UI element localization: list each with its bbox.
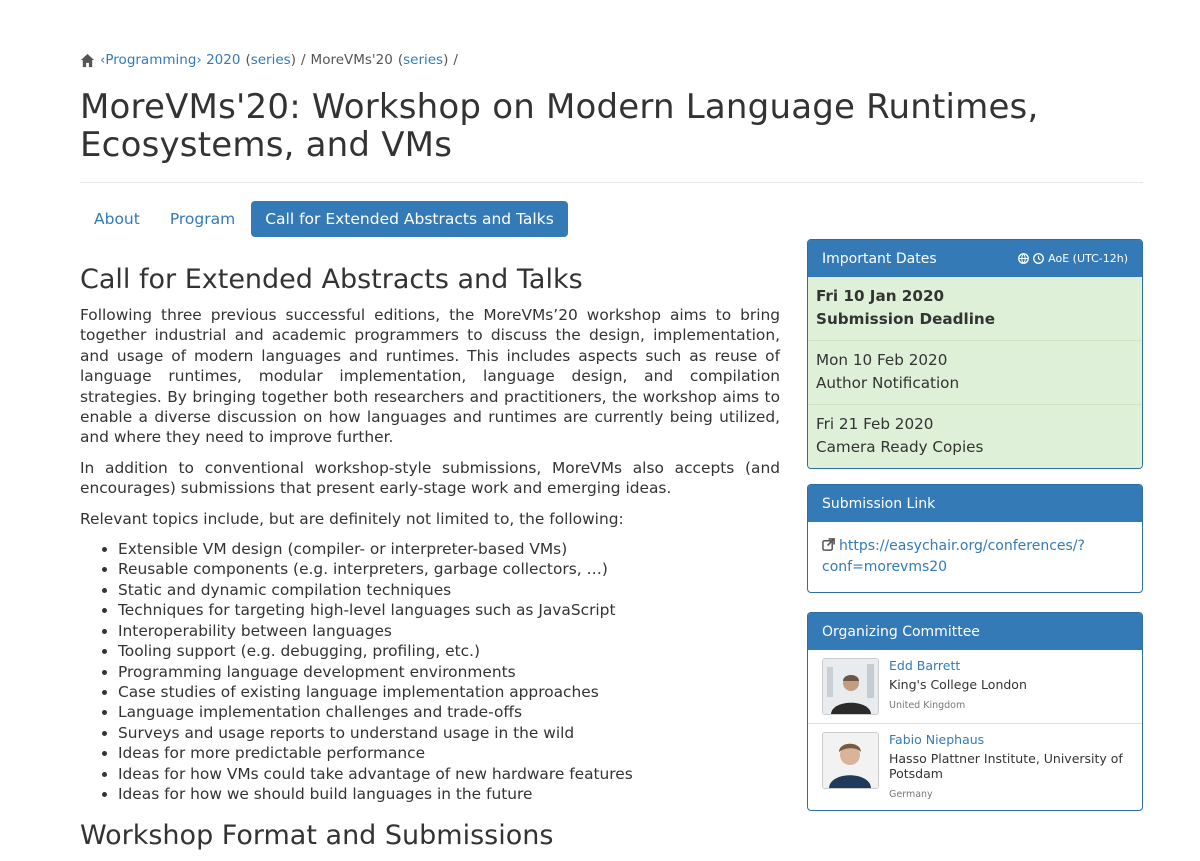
breadcrumb-paren: (series) (245, 52, 296, 68)
list-item: Ideas for more predictable performance (118, 743, 780, 763)
submissions-paragraph: In addition to conventional workshop-sty… (80, 458, 780, 498)
submission-url-link[interactable]: https://easychair.org/conferences/? conf… (822, 538, 1085, 575)
title-divider (80, 182, 1143, 183)
submission-link-heading: Submission Link (808, 485, 1142, 522)
timezone-label: AoE (UTC-12h) (1048, 252, 1128, 265)
list-item: Reusable components (e.g. interpreters, … (118, 559, 780, 579)
member-name-link[interactable]: Fabio Niephaus (889, 732, 1128, 747)
date-item[interactable]: Fri 21 Feb 2020 Camera Ready Copies (808, 404, 1142, 468)
list-item: Language implementation challenges and t… (118, 702, 780, 722)
list-item: Ideas for how VMs could take advantage o… (118, 764, 780, 784)
date-value: Fri 10 Jan 2020 (816, 287, 945, 305)
committee-list: Edd Barrett King's College London United… (808, 650, 1142, 810)
member-affiliation: Hasso Plattner Institute, University of … (889, 751, 1123, 781)
submission-link-title: Submission Link (822, 495, 936, 512)
member-affiliation: King's College London (889, 677, 1027, 692)
dates-list: Fri 10 Jan 2020 Submission Deadline Mon … (808, 277, 1142, 468)
submission-link-body: https://easychair.org/conferences/? conf… (808, 522, 1142, 592)
member-country: United Kingdom (889, 700, 966, 711)
clock-icon (1033, 253, 1045, 264)
page-title: MoreVMs'20: Workshop on Modern Language … (80, 87, 1039, 165)
submission-url-line1: https://easychair.org/conferences/? (839, 538, 1085, 554)
list-item: Static and dynamic compilation technique… (118, 580, 780, 600)
breadcrumb-morevms: MoreVMs'20 (310, 52, 393, 68)
date-label: Submission Deadline (816, 310, 996, 328)
avatar-photo-icon (823, 733, 878, 788)
date-label: Camera Ready Copies (816, 438, 984, 456)
tab-call-for-abstracts[interactable]: Call for Extended Abstracts and Talks (251, 201, 568, 237)
list-item: Extensible VM design (compiler- or inter… (118, 539, 780, 559)
section-heading: Call for Extended Abstracts and Talks (80, 264, 583, 295)
home-icon[interactable] (80, 53, 95, 68)
breadcrumb-paren: (series) (397, 52, 449, 68)
tab-about[interactable]: About (80, 201, 154, 237)
submission-url-line2: conf=morevms20 (822, 559, 948, 575)
committee-member: Edd Barrett King's College London United… (808, 650, 1142, 723)
member-country: Germany (889, 789, 933, 800)
timezone-toggle[interactable]: AoE (UTC-12h) (1018, 252, 1128, 265)
breadcrumb-separator: / (300, 52, 306, 68)
list-item: Surveys and usage reports to understand … (118, 723, 780, 743)
tab-bar: About Program Call for Extended Abstract… (80, 201, 568, 237)
committee-member: Fabio Niephaus Hasso Plattner Institute,… (808, 723, 1142, 810)
submission-link-panel: Submission Link https://easychair.org/co… (807, 484, 1143, 593)
date-value: Fri 21 Feb 2020 (816, 415, 934, 433)
organizing-committee-heading: Organizing Committee (808, 613, 1142, 650)
important-dates-title: Important Dates (822, 250, 937, 267)
organizing-committee-title: Organizing Committee (822, 623, 980, 640)
date-item[interactable]: Mon 10 Feb 2020 Author Notification (808, 340, 1142, 404)
list-item: Techniques for targeting high-level lang… (118, 600, 780, 620)
important-dates-heading: Important Dates AoE (UTC-12h) (808, 240, 1142, 277)
avatar-photo-icon (823, 659, 878, 714)
tab-program[interactable]: Program (156, 201, 249, 237)
date-item[interactable]: Fri 10 Jan 2020 Submission Deadline (808, 277, 1142, 340)
topics-list: Extensible VM design (compiler- or inter… (80, 539, 780, 804)
breadcrumb-series-link-2[interactable]: series (403, 52, 443, 68)
avatar[interactable] (822, 658, 879, 715)
breadcrumb-programming-link[interactable]: ‹Programming› 2020 (100, 52, 240, 68)
member-info: Fabio Niephaus Hasso Plattner Institute,… (889, 732, 1128, 802)
list-item: Case studies of existing language implem… (118, 682, 780, 702)
breadcrumb: ‹Programming› 2020 (series) / MoreVMs'20… (80, 52, 458, 68)
list-item: Programming language development environ… (118, 662, 780, 682)
member-name-link[interactable]: Edd Barrett (889, 658, 1027, 673)
important-dates-panel: Important Dates AoE (UTC-12h) Fri 10 Jan… (807, 239, 1143, 469)
breadcrumb-series-link[interactable]: series (251, 52, 291, 68)
date-label: Author Notification (816, 374, 960, 392)
member-info: Edd Barrett King's College London United… (889, 658, 1027, 715)
globe-icon (1018, 253, 1030, 264)
breadcrumb-separator: / (453, 52, 458, 68)
list-item: Ideas for how we should build languages … (118, 784, 780, 804)
organizing-committee-panel: Organizing Committee Edd Barrett King's … (807, 612, 1143, 811)
avatar[interactable] (822, 732, 879, 789)
topics-intro: Relevant topics include, but are definit… (80, 509, 624, 528)
date-value: Mon 10 Feb 2020 (816, 351, 948, 369)
list-item: Tooling support (e.g. debugging, profili… (118, 641, 780, 661)
intro-paragraph: Following three previous successful edit… (80, 306, 780, 447)
main-content: Call for Extended Abstracts and Talks Fo… (80, 264, 780, 861)
list-item: Interoperability between languages (118, 621, 780, 641)
external-link-icon (822, 538, 835, 551)
